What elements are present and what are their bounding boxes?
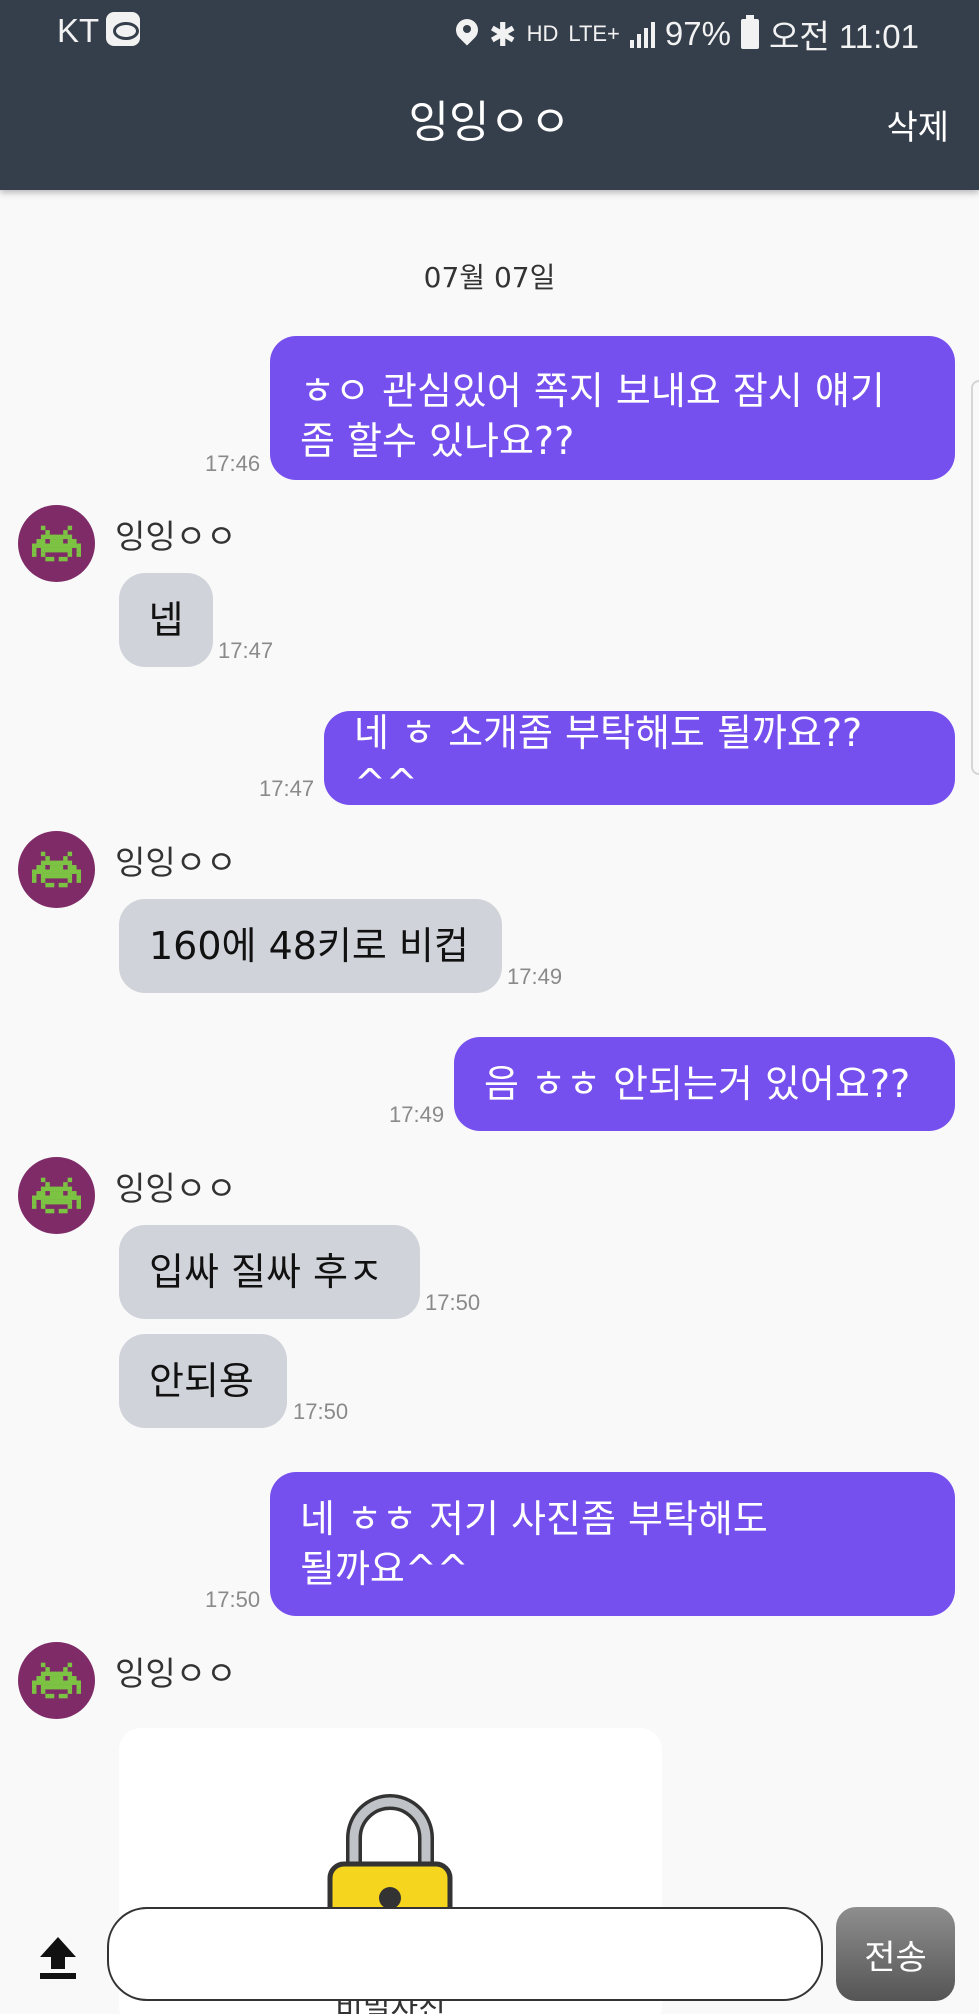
delete-button[interactable]: 삭제 bbox=[886, 100, 949, 149]
hd-voice-icon: HD bbox=[526, 21, 559, 46]
chat-title: 잉잉ㅇㅇ bbox=[408, 97, 571, 148]
send-button[interactable]: 전송 bbox=[836, 1907, 955, 2001]
battery-icon bbox=[740, 15, 759, 49]
clock: 오전 11:01 bbox=[768, 18, 919, 55]
message-line: 될까요^^ bbox=[300, 1547, 469, 1591]
message-line: 좀 할수 있나요?? bbox=[300, 419, 575, 463]
sender-name: 잉잉ㅇㅇ bbox=[115, 517, 237, 556]
avatar[interactable] bbox=[18, 831, 95, 908]
message-line: ㅎㅇ 관심있어 쪽지 보내요 잠시 얘기 bbox=[300, 369, 885, 413]
message-time: 17:47 bbox=[259, 776, 315, 801]
received-message-bubble[interactable]: 입싸 질싸 후ㅈ bbox=[119, 1225, 420, 1319]
message-input[interactable] bbox=[107, 1907, 823, 2001]
sent-message-bubble[interactable]: ㅎㅇ 관심있어 쪽지 보내요 잠시 얘기 좀 할수 있나요?? bbox=[270, 336, 955, 480]
scroll-indicator[interactable] bbox=[971, 380, 979, 775]
sent-message-bubble[interactable]: 네 ㅎ 소개좀 부탁해도 될까요?? ^^ bbox=[324, 711, 955, 805]
message-time: 17:49 bbox=[389, 1102, 445, 1127]
sent-message-bubble[interactable]: 음 ㅎㅎ 안되는거 있어요?? bbox=[454, 1037, 955, 1131]
status-icons: ✱ HD LTE+ 97% 오전 11:01 bbox=[455, 10, 919, 58]
space-invader-icon bbox=[32, 1177, 81, 1214]
message-time: 17:50 bbox=[293, 1399, 349, 1424]
message-line: 네 ㅎㅎ 저기 사진좀 부탁해도 bbox=[300, 1497, 768, 1541]
message-time: 17:50 bbox=[425, 1290, 481, 1315]
avatar[interactable] bbox=[18, 1157, 95, 1234]
app-header: KT ✱ HD LTE+ 97% 오전 11:01 잉잉ㅇㅇ 삭제 bbox=[0, 0, 979, 190]
status-bar: KT ✱ HD LTE+ 97% 오전 11:01 bbox=[0, 0, 979, 58]
avatar[interactable] bbox=[18, 1642, 95, 1719]
sender-name: 잉잉ㅇㅇ bbox=[115, 1654, 237, 1693]
received-message-bubble[interactable]: 160에 48키로 비컵 bbox=[119, 899, 502, 993]
message-time: 17:49 bbox=[507, 964, 563, 989]
message-time: 17:47 bbox=[218, 638, 274, 663]
carrier-app-icon bbox=[106, 12, 140, 46]
upload-icon[interactable] bbox=[36, 1935, 80, 1981]
sent-message-bubble[interactable]: 네 ㅎㅎ 저기 사진좀 부탁해도 될까요^^ bbox=[270, 1472, 955, 1616]
message-time: 17:50 bbox=[205, 1587, 261, 1612]
sender-name: 잉잉ㅇㅇ bbox=[115, 843, 237, 882]
space-invader-icon bbox=[32, 851, 81, 888]
lte-icon: LTE+ bbox=[568, 21, 620, 46]
carrier-label: KT bbox=[57, 12, 100, 49]
sender-name: 잉잉ㅇㅇ bbox=[115, 1169, 237, 1208]
space-invader-icon bbox=[32, 525, 81, 562]
signal-icon bbox=[629, 20, 655, 48]
location-icon bbox=[455, 19, 479, 49]
battery-percent: 97% bbox=[664, 15, 731, 52]
received-message-bubble[interactable]: 넵 bbox=[119, 573, 213, 667]
date-divider: 07월 07일 bbox=[423, 261, 556, 294]
message-time: 17:46 bbox=[205, 451, 261, 476]
message-composer: 전송 bbox=[0, 1895, 979, 2014]
received-message-bubble[interactable]: 안되용 bbox=[119, 1334, 287, 1428]
avatar[interactable] bbox=[18, 505, 95, 582]
space-invader-icon bbox=[32, 1662, 81, 1699]
bluetooth-icon: ✱ bbox=[488, 15, 517, 53]
